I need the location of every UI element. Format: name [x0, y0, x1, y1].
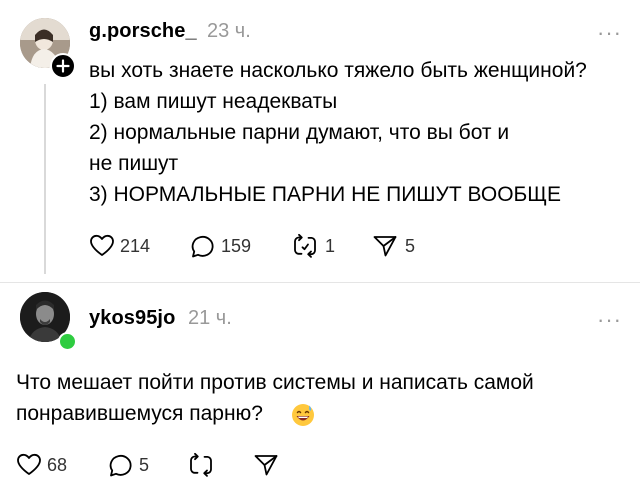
share-button[interactable]: 5: [372, 233, 432, 259]
divider: [0, 282, 640, 283]
follow-button[interactable]: [50, 53, 76, 79]
post-text-line: 2) нормальные парни думают, что вы бот и: [89, 121, 510, 144]
more-icon[interactable]: ···: [597, 22, 622, 44]
share-icon: [373, 236, 397, 257]
repost-icon: [294, 233, 316, 258]
share-icon: [254, 455, 278, 476]
post-text-line: Что мешает пойти против системы и написа…: [16, 371, 534, 394]
like-button[interactable]: 68: [16, 452, 86, 478]
username[interactable]: ykos95jo: [89, 307, 175, 330]
grinning-sweat-emoji: [291, 403, 315, 427]
heart-icon: [17, 453, 41, 475]
post-text-line: понравившемуся парню?: [16, 402, 263, 425]
post-text-line: не пишут: [89, 152, 179, 175]
repost-count: 1: [325, 236, 336, 256]
comment-button[interactable]: 5: [108, 452, 168, 478]
post-text-line: 3) НОРМАЛЬНЫЕ ПАРНИ НЕ ПИШУТ ВООБЩЕ: [89, 183, 561, 206]
repost-button[interactable]: 1: [292, 233, 352, 259]
like-button[interactable]: 214: [89, 233, 169, 259]
comment-icon: [191, 235, 214, 258]
repost-button[interactable]: [188, 452, 218, 478]
plus-icon: [56, 59, 70, 73]
username[interactable]: g.porsche_: [89, 20, 197, 43]
heart-icon: [90, 234, 114, 256]
post-text-line: вы хоть знаете насколько тяжело быть жен…: [89, 59, 587, 82]
comment-count: 5: [139, 455, 150, 475]
share-button[interactable]: [253, 452, 283, 478]
more-icon[interactable]: ···: [597, 309, 622, 331]
thread-line: [44, 84, 46, 274]
repost-icon: [190, 452, 212, 477]
timestamp[interactable]: 21 ч.: [188, 307, 232, 330]
comment-button[interactable]: 159: [190, 233, 270, 259]
like-count: 68: [47, 455, 68, 475]
share-count: 5: [405, 236, 416, 256]
like-count: 214: [120, 236, 151, 256]
comment-icon: [109, 454, 132, 477]
comment-count: 159: [221, 236, 252, 256]
online-status-indicator: [58, 332, 77, 351]
post-text-line: 1) вам пишут неадекваты: [89, 90, 338, 113]
timestamp[interactable]: 23 ч.: [207, 20, 251, 43]
